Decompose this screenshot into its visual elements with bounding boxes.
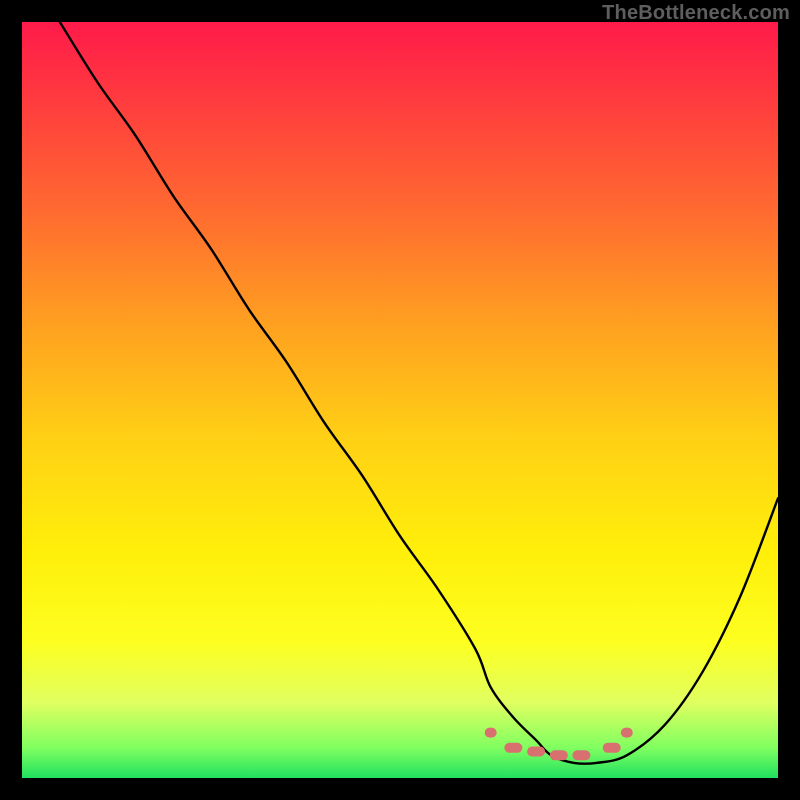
optimal-marker [621,728,633,738]
optimal-marker [527,747,545,757]
curve-svg [22,22,778,778]
optimal-marker [485,728,497,738]
bottleneck-curve [60,22,778,764]
plot-area [22,22,778,778]
optimal-marker [572,750,590,760]
watermark-text: TheBottleneck.com [602,2,790,25]
optimal-marker [550,750,568,760]
chart-container: TheBottleneck.com [0,0,800,800]
optimal-marker [603,743,621,753]
optimal-marker [504,743,522,753]
optimal-range-markers [485,728,633,761]
